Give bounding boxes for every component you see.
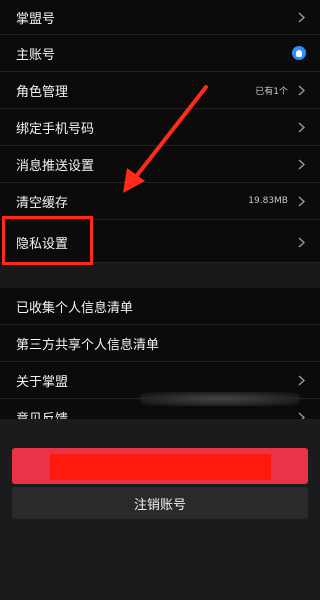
chevron-right-icon bbox=[296, 83, 306, 97]
row-label: 第三方共享个人信息清单 bbox=[16, 337, 160, 353]
chevron-right-icon bbox=[296, 10, 306, 24]
chevron-right-icon bbox=[296, 373, 306, 387]
settings-row-main-account[interactable]: 主账号 bbox=[0, 35, 320, 72]
settings-row-bind-phone[interactable]: 绑定手机号码 bbox=[0, 109, 320, 146]
row-label: 清空缓存 bbox=[16, 195, 69, 211]
chevron-right-icon bbox=[296, 194, 306, 208]
row-label: 掌盟号 bbox=[16, 11, 56, 27]
row-value: 已有1个 bbox=[255, 86, 288, 97]
settings-row-push-settings[interactable]: 消息推送设置 bbox=[0, 146, 320, 183]
cancel-account-button[interactable]: 注销账号 bbox=[12, 487, 308, 519]
qq-icon bbox=[292, 46, 306, 60]
blurred-content bbox=[140, 392, 300, 406]
chevron-right-icon bbox=[296, 120, 306, 134]
row-label: 关于掌盟 bbox=[16, 374, 69, 390]
settings-row-collected-info[interactable]: 已收集个人信息清单 bbox=[0, 288, 320, 325]
row-label: 消息推送设置 bbox=[16, 158, 95, 174]
settings-row-zhangmeng-id[interactable]: 掌盟号 bbox=[0, 0, 320, 35]
row-label: 已收集个人信息清单 bbox=[16, 300, 134, 316]
chevron-right-icon bbox=[296, 157, 306, 171]
redacted-label bbox=[50, 454, 271, 480]
chevron-right-icon bbox=[296, 236, 306, 250]
row-label: 角色管理 bbox=[16, 84, 69, 100]
annotation-highlight-box bbox=[2, 216, 93, 265]
row-value: 19.83MB bbox=[248, 196, 288, 206]
settings-row-role-management[interactable]: 角色管理 已有1个 bbox=[0, 72, 320, 109]
row-label: 绑定手机号码 bbox=[16, 121, 95, 137]
settings-row-clear-cache[interactable]: 清空缓存 19.83MB bbox=[0, 183, 320, 220]
logout-button[interactable] bbox=[12, 448, 308, 484]
row-label: 主账号 bbox=[16, 47, 56, 63]
section-divider bbox=[0, 263, 320, 288]
settings-row-third-party-info[interactable]: 第三方共享个人信息清单 bbox=[0, 325, 320, 362]
